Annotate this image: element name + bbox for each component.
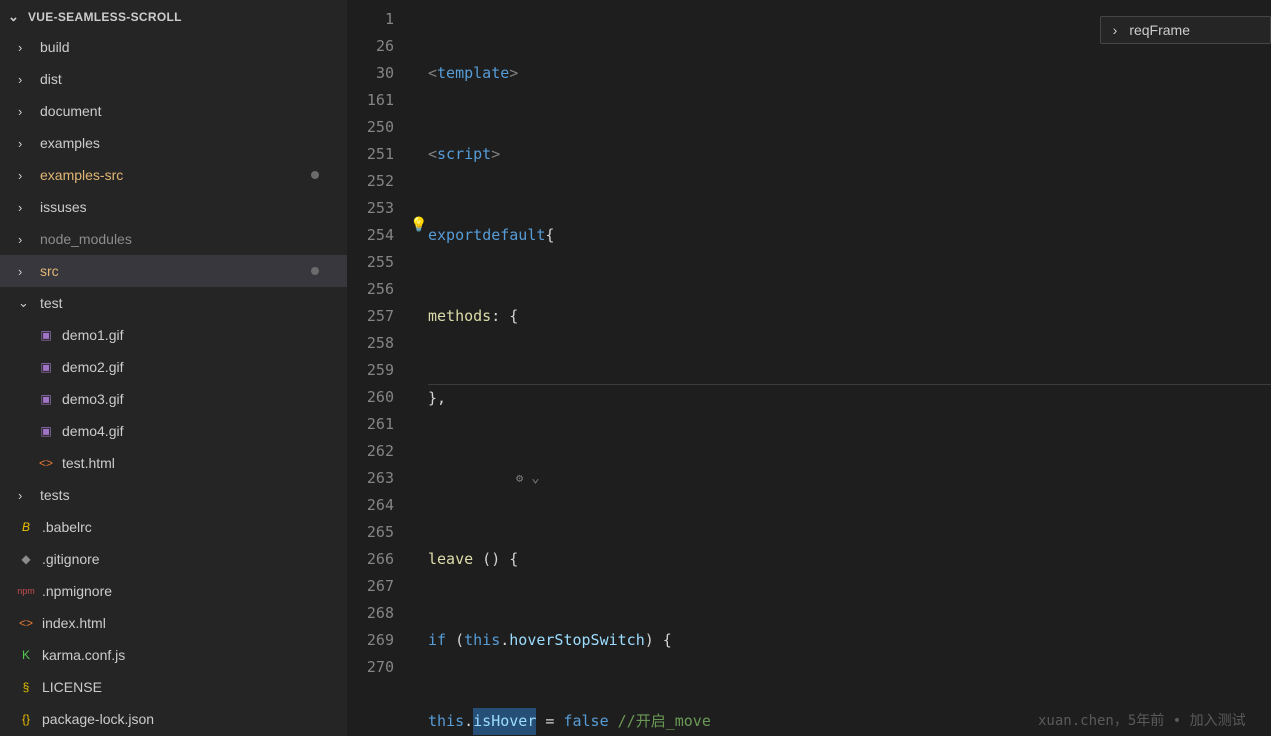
license-icon: §: [18, 679, 34, 695]
git-blame: xuan.chen，5年前 • 加入测试: [1038, 708, 1246, 735]
file-gitignore[interactable]: ◆ .gitignore: [0, 543, 347, 575]
file-npmignore[interactable]: npm .npmignore: [0, 575, 347, 607]
folder-examples-src[interactable]: › examples-src: [0, 159, 347, 191]
folder-document[interactable]: › document: [0, 95, 347, 127]
image-icon: ▣: [38, 327, 54, 343]
codelens[interactable]: ⚙⌄: [428, 465, 1271, 492]
chevron-right-icon: ›: [18, 488, 32, 503]
folder-src[interactable]: › src: [0, 255, 347, 287]
chevron-right-icon: ›: [18, 232, 32, 247]
code-lines[interactable]: <<template>template> <script> export def…: [428, 0, 1271, 736]
file-index-html[interactable]: <> index.html: [0, 607, 347, 639]
folder-test[interactable]: ⌄ test: [0, 287, 347, 319]
folder-build[interactable]: › build: [0, 31, 347, 63]
outline-symbol: reqFrame: [1129, 22, 1190, 38]
line-gutter: 12630161 250251252 253254255256 25725825…: [348, 0, 408, 736]
file-demo1-gif[interactable]: ▣ demo1.gif: [0, 319, 347, 351]
glyph-margin: 💡: [408, 0, 428, 736]
chevron-down-icon: ⌄: [8, 9, 22, 25]
image-icon: ▣: [38, 391, 54, 407]
image-icon: ▣: [38, 359, 54, 375]
chevron-right-icon: ›: [18, 136, 32, 151]
code-area[interactable]: 12630161 250251252 253254255256 25725825…: [348, 0, 1271, 736]
file-tree: › build › dist › document › examples › e…: [0, 29, 347, 736]
npm-icon: npm: [18, 583, 34, 599]
chevron-down-icon: ⌄: [531, 465, 539, 492]
file-demo2-gif[interactable]: ▣ demo2.gif: [0, 351, 347, 383]
project-title: VUE-SEAMLESS-SCROLL: [28, 10, 182, 24]
modified-dot-icon: [311, 267, 319, 275]
outline-chip[interactable]: › reqFrame: [1100, 16, 1271, 44]
chevron-down-icon: ⌄: [18, 295, 32, 311]
file-test-html[interactable]: <> test.html: [0, 447, 347, 479]
chevron-right-icon: ›: [18, 168, 32, 183]
chevron-right-icon: ›: [18, 72, 32, 87]
folder-dist[interactable]: › dist: [0, 63, 347, 95]
html-icon: <>: [18, 615, 34, 631]
chevron-right-icon: ›: [18, 200, 32, 215]
sidebar: ⌄ VUE-SEAMLESS-SCROLL › build › dist › d…: [0, 0, 348, 736]
modified-dot-icon: [311, 171, 319, 179]
folder-examples[interactable]: › examples: [0, 127, 347, 159]
chevron-right-icon: ›: [18, 104, 32, 119]
file-demo3-gif[interactable]: ▣ demo3.gif: [0, 383, 347, 415]
project-header[interactable]: ⌄ VUE-SEAMLESS-SCROLL: [0, 5, 347, 29]
lightbulb-icon[interactable]: 💡: [410, 216, 427, 233]
gear-icon: ⚙: [516, 465, 523, 492]
json-icon: {}: [18, 711, 34, 727]
html-icon: <>: [38, 455, 54, 471]
chevron-right-icon: ›: [18, 40, 32, 55]
git-icon: ◆: [18, 551, 34, 567]
file-babelrc[interactable]: B .babelrc: [0, 511, 347, 543]
code-editor[interactable]: › reqFrame 12630161 250251252 2532542552…: [348, 0, 1271, 736]
folder-node-modules[interactable]: › node_modules: [0, 223, 347, 255]
file-package-lock[interactable]: {} package-lock.json: [0, 703, 347, 735]
babel-icon: B: [18, 519, 34, 535]
folder-issuses[interactable]: › issuses: [0, 191, 347, 223]
folder-tests[interactable]: › tests: [0, 479, 347, 511]
file-license[interactable]: § LICENSE: [0, 671, 347, 703]
file-karma-conf[interactable]: K karma.conf.js: [0, 639, 347, 671]
file-demo4-gif[interactable]: ▣ demo4.gif: [0, 415, 347, 447]
image-icon: ▣: [38, 423, 54, 439]
chevron-right-icon: ›: [1113, 22, 1118, 38]
karma-icon: K: [18, 647, 34, 663]
chevron-right-icon: ›: [18, 264, 32, 279]
